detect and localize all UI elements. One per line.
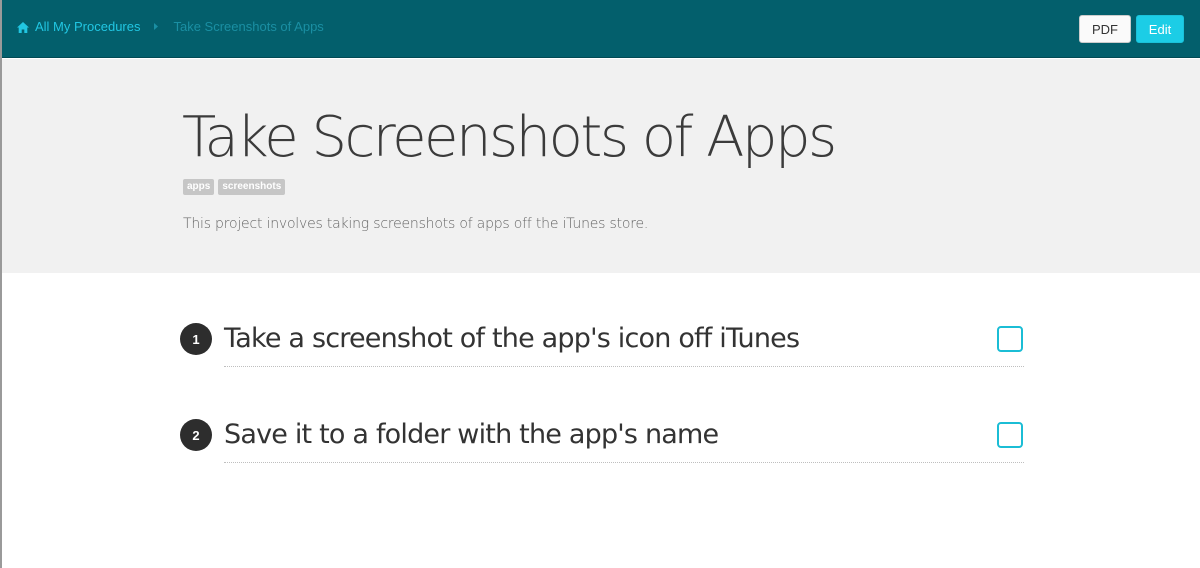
step-text: Save it to a folder with the app's name: [224, 419, 719, 450]
step-text: Take a screenshot of the app's icon off …: [224, 323, 800, 354]
procedure-header: Take Screenshots of Apps apps screenshot…: [2, 59, 1200, 273]
step-divider: [224, 462, 1024, 463]
step-divider: [224, 366, 1024, 367]
app-frame: All My Procedures Take Screenshots of Ap…: [0, 0, 1200, 568]
pdf-button[interactable]: PDF: [1079, 15, 1131, 43]
step-number-badge: 1: [180, 323, 212, 355]
step-item: 1 Take a screenshot of the app's icon of…: [2, 319, 1200, 367]
caret-right-icon: [152, 23, 160, 30]
edit-button[interactable]: Edit: [1136, 15, 1184, 43]
tag-list: apps screenshots: [183, 179, 286, 195]
tag-screenshots[interactable]: screenshots: [218, 179, 286, 195]
tag-apps[interactable]: apps: [183, 179, 215, 195]
breadcrumb: All My Procedures Take Screenshots of Ap…: [17, 19, 324, 34]
step-item: 2 Save it to a folder with the app's nam…: [2, 415, 1200, 463]
breadcrumb-current: Take Screenshots of Apps: [173, 19, 324, 34]
breadcrumb-home-link[interactable]: All My Procedures: [17, 19, 140, 34]
home-icon: [17, 21, 29, 33]
top-navbar: All My Procedures Take Screenshots of Ap…: [2, 0, 1200, 58]
step-number-badge: 2: [180, 419, 212, 451]
step-checkbox[interactable]: [997, 326, 1023, 352]
page-title: Take Screenshots of Apps: [182, 105, 837, 170]
procedure-description: This project involves taking screenshots…: [183, 216, 649, 232]
breadcrumb-home-label: All My Procedures: [35, 19, 141, 34]
step-checkbox[interactable]: [997, 422, 1023, 448]
